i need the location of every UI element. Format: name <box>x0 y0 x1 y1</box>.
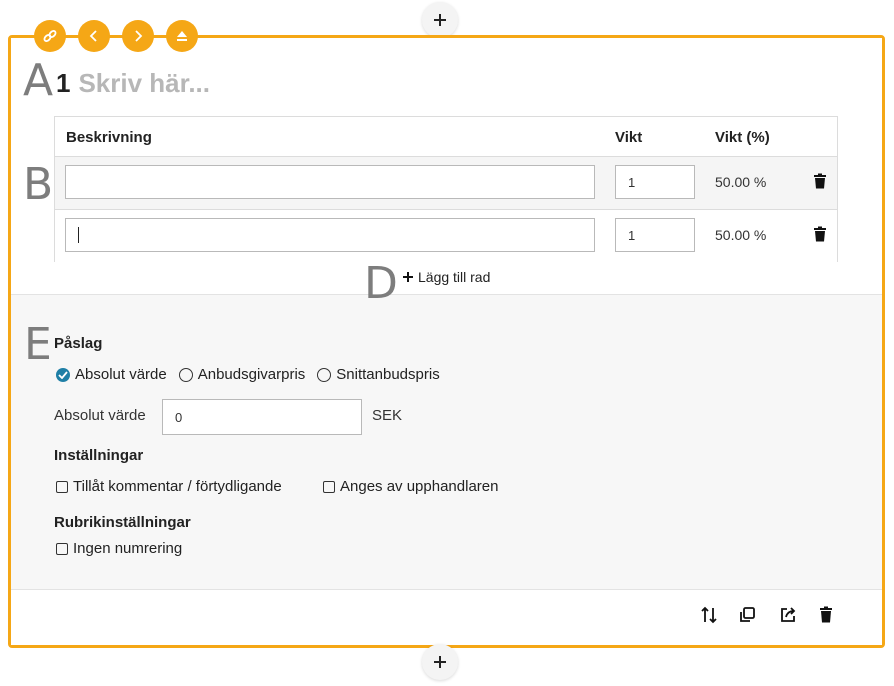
settings-heading: Inställningar <box>54 447 144 464</box>
description-input[interactable] <box>65 218 595 252</box>
radio-label: Snittanbudspris <box>336 366 440 383</box>
plus-icon <box>434 656 446 668</box>
column-header-weight-percent: Vikt (%) <box>715 129 770 146</box>
radio-absolute-value[interactable]: Absolut värde <box>56 366 167 383</box>
share-button[interactable] <box>779 606 797 629</box>
checkbox-label: Anges av upphandlaren <box>340 478 499 495</box>
weight-percent-value: 50.00 % <box>715 227 767 243</box>
absolute-value-label: Absolut värde <box>54 407 146 424</box>
previous-button[interactable] <box>78 20 110 52</box>
annotation-e: E <box>24 319 52 370</box>
chevron-right-icon <box>135 30 143 42</box>
markup-options: Absolut värde Anbudsgivarpris Snittanbud… <box>56 366 452 383</box>
weight-percent-value: 50.00 % <box>715 174 767 190</box>
checkbox-allow-comment[interactable]: Tillåt kommentar / förtydligande <box>56 478 282 495</box>
eject-button[interactable] <box>166 20 198 52</box>
annotation-b: B <box>23 159 54 210</box>
column-header-description: Beskrivning <box>66 129 152 146</box>
duplicate-button[interactable] <box>738 606 756 629</box>
radio-label: Absolut värde <box>75 366 167 383</box>
delete-section-button[interactable] <box>819 606 833 628</box>
radio-unchecked-icon <box>178 367 193 382</box>
checkbox-label: Ingen numrering <box>73 540 183 557</box>
add-block-top-button[interactable] <box>422 2 458 38</box>
link-button[interactable] <box>34 20 66 52</box>
annotation-d: D <box>364 258 398 309</box>
markup-heading: Påslag <box>54 335 103 352</box>
radio-unchecked-icon <box>317 367 332 382</box>
heading-settings-heading: Rubrikinställningar <box>54 514 191 531</box>
delete-row-button[interactable] <box>813 173 827 194</box>
absolute-value-input[interactable]: 0 <box>162 399 362 435</box>
checkbox-label: Tillåt kommentar / förtydligande <box>73 478 282 495</box>
chevron-left-icon <box>89 30 97 42</box>
divider <box>11 294 882 295</box>
currency-label: SEK <box>372 407 403 424</box>
eject-icon <box>177 31 187 41</box>
copy-icon <box>740 607 755 622</box>
table-row: 1 50.00 % <box>55 209 837 262</box>
radio-bidder-price[interactable]: Anbudsgivarpris <box>178 366 306 383</box>
trash-icon <box>814 173 826 189</box>
trash-icon <box>814 226 826 242</box>
checkbox-icon <box>56 480 68 493</box>
checkbox-no-numbering[interactable]: Ingen numrering <box>56 540 182 557</box>
plus-icon <box>434 14 446 26</box>
section-title[interactable]: 1 Skriv här... <box>56 68 210 99</box>
next-button[interactable] <box>122 20 154 52</box>
trash-icon <box>820 606 832 623</box>
add-row-label: Lägg till rad <box>418 269 491 285</box>
delete-row-button[interactable] <box>813 226 827 247</box>
plus-icon <box>403 272 413 282</box>
radio-checked-icon <box>56 367 70 382</box>
checkbox-icon <box>56 542 68 555</box>
link-icon <box>43 30 57 42</box>
annotation-a: A <box>23 55 54 106</box>
reorder-button[interactable] <box>700 606 718 629</box>
weight-input[interactable]: 1 <box>615 165 695 199</box>
share-icon <box>781 607 796 622</box>
sort-icon <box>701 606 717 624</box>
text-cursor <box>78 227 79 243</box>
add-block-bottom-button[interactable] <box>422 644 458 680</box>
table-row: 1 50.00 % <box>55 156 837 209</box>
radio-average-bid-price[interactable]: Snittanbudspris <box>317 366 440 383</box>
column-header-weight: Vikt <box>615 129 643 146</box>
criteria-table: Beskrivning Vikt Vikt (%) 1 50.00 % 1 50… <box>54 116 838 262</box>
section-number: 1 <box>56 68 71 98</box>
radio-label: Anbudsgivarpris <box>197 366 306 383</box>
checkbox-set-by-procurer[interactable]: Anges av upphandlaren <box>323 478 498 495</box>
add-row-button[interactable]: Lägg till rad <box>402 269 490 285</box>
section-title-placeholder[interactable]: Skriv här... <box>78 68 210 98</box>
description-input[interactable] <box>65 165 595 199</box>
checkbox-icon <box>323 480 335 493</box>
weight-input[interactable]: 1 <box>615 218 695 252</box>
